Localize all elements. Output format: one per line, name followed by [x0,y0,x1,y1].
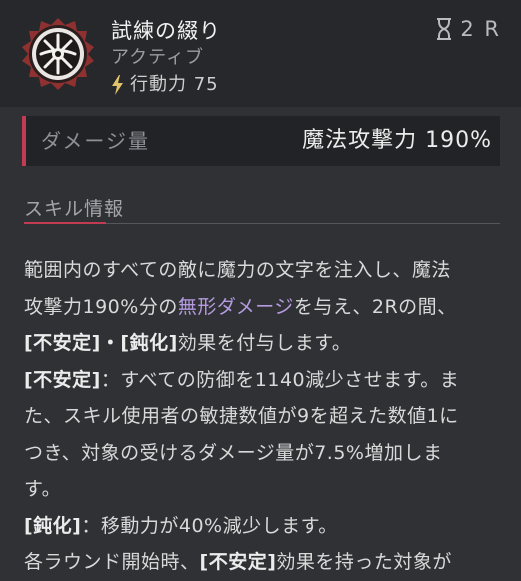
description-text: ：移動力が40%減少します。 [81,514,338,537]
description-text: す。 [24,478,62,500]
description-text: 攻撃力190%分の [24,295,178,318]
section-title: スキル情報 [24,198,125,220]
cooldown-text: 2 R [460,17,501,41]
description-line: [不安定]：すべての防御を1140減少させます。ま [24,362,508,399]
description-line: [鈍化]：移動力が40%減少します。 [24,508,508,545]
lightning-icon [112,75,123,95]
skill-emblem-icon [22,18,94,90]
description-text: つき、対象の受けるダメージ量が7.5%増加しま [24,441,443,464]
skill-header: 試練の綴り アクティブ 行動力 75 2 R [0,0,521,107]
description-text: 効果を持った対象が [276,551,452,573]
hourglass-icon [437,18,452,40]
description-line: 各ラウンド開始時、[不安定]効果を持った対象が [24,544,508,581]
description-line: す。 [24,471,508,508]
description-line: た、スキル使用者の敏捷数値が9を超えた数値1に [24,398,508,435]
skill-description: 範囲内のすべての敵に魔力の文字を注入し、魔法 攻撃力190%分の無形ダメージを与… [24,252,508,581]
description-line: 攻撃力190%分の無形ダメージを与え、2Rの間、 [24,289,508,326]
status-tag-slow: [鈍化] [24,514,82,537]
status-tag-unstable: [不安定] [24,368,101,391]
status-tag-slow: [鈍化] [120,332,178,354]
damage-value: 魔法攻撃力 190% [302,128,492,153]
description-line: 範囲内のすべての敵に魔力の文字を注入し、魔法 [24,252,508,289]
damage-box: ダメージ量 魔法攻撃力 190% [22,116,500,166]
description-text: を与え、2Rの間、 [293,295,457,318]
description-text: た、スキル使用者の敏捷数値が9を超えた数値1に [24,405,459,427]
description-line: つき、対象の受けるダメージ量が7.5%増加しま [24,435,508,472]
status-tag-unstable: [不安定] [199,551,277,573]
description-separator: ・ [100,332,121,354]
damage-accent-bar [22,116,26,166]
description-text: 範囲内のすべての敵に魔力の文字を注入し、魔法 [24,259,451,281]
skill-cost: 行動力 75 [111,73,219,97]
skill-name: 試練の綴り [111,19,221,43]
description-line: [不安定]・[鈍化]効果を付与します。 [24,325,508,362]
keyword-formless-damage: 無形ダメージ [177,295,294,318]
skill-type: アクティブ [111,47,205,68]
description-text: ：すべての防御を1140減少させます。ま [100,368,460,391]
description-text: 各ラウンド開始時、 [24,551,200,573]
status-tag-unstable: [不安定] [24,332,101,354]
skill-cost-text: 行動力 75 [130,74,219,95]
description-text: 効果を付与します。 [177,332,352,354]
section-divider-accent [24,222,106,224]
damage-label: ダメージ量 [41,129,150,153]
cooldown: 2 R [436,17,501,41]
